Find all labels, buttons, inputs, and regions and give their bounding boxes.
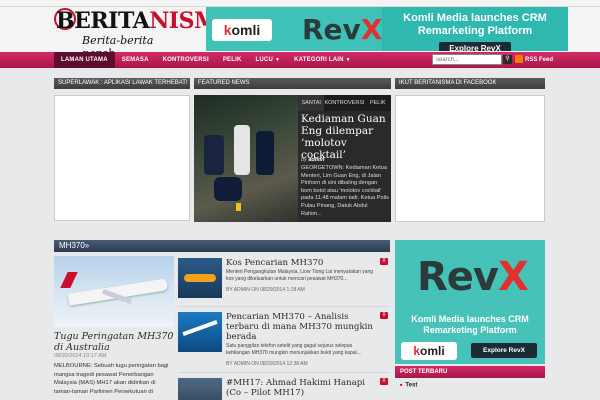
article-meta: BY ADMIN ON 08/29/2014 1:18 AM <box>226 287 305 293</box>
revx-logo: RevX <box>417 254 529 300</box>
top-ad-headline: Komli Media launches CRM Remarketing Pla… <box>403 12 547 37</box>
featured-byline: by admin <box>301 157 325 163</box>
comment-count-badge[interactable]: 0 <box>380 258 388 265</box>
featured-tabs: SANTAI KONTROVERSI PELIK <box>298 95 391 111</box>
search-input[interactable] <box>432 54 502 65</box>
nav-item-pelik[interactable]: PELIK <box>216 52 249 68</box>
tab-pelik[interactable]: PELIK <box>365 95 391 111</box>
facebook-box-title: IKUT BERITANISMA DI FACEBOOK <box>395 78 545 89</box>
top-ad-explore-button[interactable]: Explore RevX <box>439 42 511 51</box>
nav-item-lucu[interactable]: LUCU ▼ <box>249 52 288 68</box>
nav-item-semasa[interactable]: SEMASA <box>115 52 156 68</box>
chevron-down-icon: ▼ <box>274 57 281 63</box>
superlawak-widget[interactable] <box>54 95 190 221</box>
sidebar-ad-banner[interactable]: RevX Komli Media launches CRM Remarketin… <box>395 240 545 364</box>
article-item: Pencarian MH370 – Analisis terbaru di ma… <box>178 312 390 368</box>
featured-photo[interactable] <box>194 95 298 222</box>
airplane-illustration <box>67 278 169 306</box>
komli-logo: komli <box>401 342 457 360</box>
article-item: Kos Pencarian MH370 Menteri Pengangkutan… <box>178 258 390 304</box>
recent-post-item[interactable]: Test <box>395 380 545 391</box>
featured-news: SANTAI KONTROVERSI PELIK Kediaman Guan E… <box>194 95 391 222</box>
article-thumbnail[interactable] <box>178 378 222 400</box>
tab-santai[interactable]: SANTAI <box>298 95 325 111</box>
article-thumbnail[interactable] <box>178 258 222 298</box>
article-title[interactable]: #MH17: Ahmad Hakimi Hanapi (Co – Pilot M… <box>226 378 374 398</box>
search-icon[interactable]: ⚲ <box>503 55 512 64</box>
comment-count-badge[interactable]: 0 <box>380 378 388 385</box>
nav-items: LAMAN UTAMA SEMASA KONTROVERSI PELIK LUC… <box>54 52 358 68</box>
top-ad-copy: Komli Media launches CRM Remarketing Pla… <box>382 7 568 51</box>
article-meta: BY ADMIN ON 08/29/2014 12:38 AM <box>226 361 308 367</box>
top-ad-visual: komli RevX <box>206 7 382 51</box>
lead-article-excerpt: MELBOURNE: Sebuah tugu peringatan bagi m… <box>54 363 169 395</box>
site-logo[interactable]: BERITANISMA Berita-berita pergh.... <box>54 7 235 60</box>
article-title[interactable]: Pencarian MH370 – Analisis terbaru di ma… <box>226 312 374 342</box>
article-excerpt: Satu panggilan telefon setelit yang gaga… <box>226 343 361 356</box>
top-ad-banner[interactable]: komli RevX Komli Media launches CRM Rema… <box>206 7 568 51</box>
site-header: BERITANISMA Berita-berita pergh.... koml… <box>0 7 600 60</box>
section-title-mh370[interactable]: MH370» <box>54 240 390 252</box>
recent-posts-title: POST TERBARU <box>395 366 545 378</box>
rss-feed-link[interactable]: RSS Feed <box>515 54 553 66</box>
recent-posts-list: Test <box>395 380 545 391</box>
article-title[interactable]: Kos Pencarian MH370 <box>226 258 374 268</box>
lead-article-date: 08/30/2014 10:17 AM <box>54 353 107 359</box>
featured-box-title: FEATURED NEWS <box>194 78 391 89</box>
article-thumbnail[interactable] <box>178 312 222 352</box>
chevron-down-icon: ▼ <box>345 57 351 63</box>
facebook-widget[interactable] <box>395 95 545 222</box>
divider <box>178 306 390 307</box>
revx-logo: RevX <box>302 13 383 46</box>
comment-count-badge[interactable]: 0 <box>380 312 388 319</box>
superlawak-box-title: SUPERLAWAK : APLIKASI LAWAK TERHEBAT! <box>54 78 190 89</box>
main-nav: LAMAN UTAMA SEMASA KONTROVERSI PELIK LUC… <box>0 52 600 68</box>
tab-kontroversi[interactable]: KONTROVERSI <box>324 95 364 111</box>
top-strip <box>0 0 600 7</box>
rss-icon <box>515 55 523 64</box>
sidebar-ad-explore-button[interactable]: Explore RevX <box>471 343 537 358</box>
komli-logo: komli <box>212 19 272 41</box>
featured-headline[interactable]: Kediaman Guan Eng dilempar ‘molotov cock… <box>298 113 391 161</box>
lead-article-image[interactable] <box>54 256 174 327</box>
article-excerpt: Menteri Pengangkutan Malaysia, Liow Tion… <box>226 269 374 282</box>
nav-item-kontroversi[interactable]: KONTROVERSI <box>156 52 216 68</box>
nav-item-laman-utama[interactable]: LAMAN UTAMA <box>54 52 115 68</box>
divider <box>178 372 390 373</box>
lead-article-title[interactable]: Tugu Peringatan MH370 di Australia <box>54 331 176 353</box>
sidebar-ad-headline: Komli Media launches CRM Remarketing Pla… <box>411 314 529 335</box>
featured-excerpt: GEORGETOWN: Kediaman Ketua Menteri, Lim … <box>301 165 389 217</box>
article-item: #MH17: Ahmad Hakimi Hanapi (Co – Pilot M… <box>178 378 390 400</box>
nav-item-kategori-lain[interactable]: KATEGORI LAIN ▼ <box>287 52 358 68</box>
